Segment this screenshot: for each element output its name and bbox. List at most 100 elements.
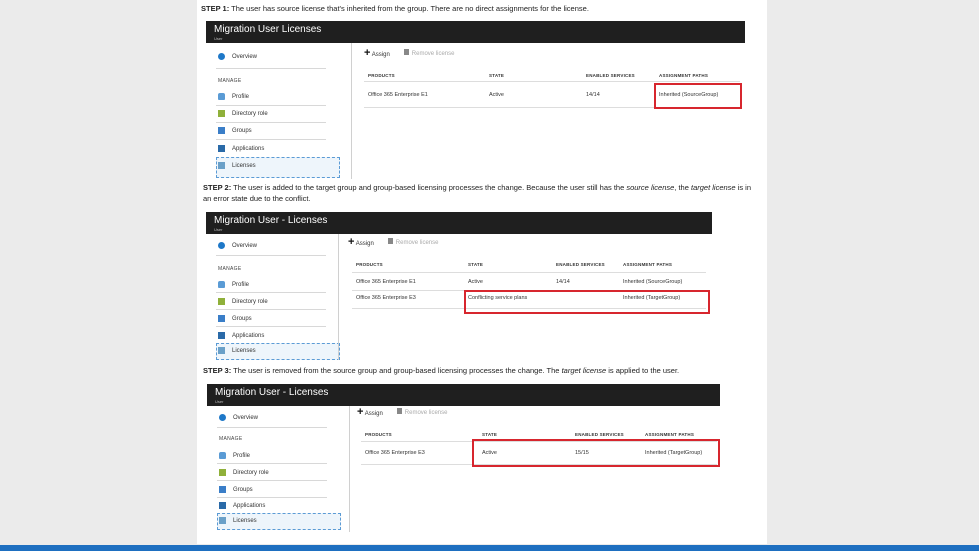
col-products: PRODUCTS xyxy=(365,432,392,437)
col-products: PRODUCTS xyxy=(368,73,395,78)
nav-groups[interactable]: Groups xyxy=(219,486,253,493)
divider xyxy=(216,292,326,293)
remove-license-button[interactable]: Remove license xyxy=(403,49,454,57)
nav-groups[interactable]: Groups xyxy=(218,315,252,322)
nav-licenses[interactable]: Licenses xyxy=(219,517,257,524)
remove-license-button[interactable]: Remove license xyxy=(396,408,447,416)
trash-icon xyxy=(403,49,409,55)
blade-subtitle: User xyxy=(215,399,224,404)
assign-button[interactable]: + Assign xyxy=(364,47,390,59)
directory-role-icon xyxy=(218,298,225,305)
licenses-icon xyxy=(218,162,225,169)
plus-icon: + xyxy=(364,47,371,59)
nav-licenses[interactable]: Licenses xyxy=(218,162,256,169)
step3-panel: Migration User - Licenses User Overview … xyxy=(207,384,720,532)
user-icon xyxy=(219,452,226,459)
info-icon xyxy=(219,414,226,421)
divider xyxy=(216,139,326,140)
nav-licenses[interactable]: Licenses xyxy=(218,347,256,354)
assign-button[interactable]: + Assign xyxy=(357,406,383,418)
licenses-icon xyxy=(219,517,226,524)
divider xyxy=(216,326,326,327)
trash-icon xyxy=(396,408,402,414)
blade-title: Migration User - Licenses xyxy=(215,387,329,398)
col-enabled-services: ENABLED SERVICES xyxy=(575,432,624,437)
col-state: STATE xyxy=(482,432,498,437)
col-enabled-services: ENABLED SERVICES xyxy=(556,262,605,267)
toolbar: + Assign Remove license xyxy=(348,236,438,248)
divider xyxy=(216,122,326,123)
nav-applications[interactable]: Applications xyxy=(219,502,265,509)
nav-groups[interactable]: Groups xyxy=(218,127,252,134)
highlight-box xyxy=(472,439,720,467)
info-icon xyxy=(218,242,225,249)
licenses-icon xyxy=(218,347,225,354)
plus-icon: + xyxy=(348,236,355,248)
assign-button[interactable]: + Assign xyxy=(348,236,374,248)
header-divider xyxy=(364,81,740,82)
divider xyxy=(216,309,326,310)
highlight-box xyxy=(654,83,742,109)
pane-divider xyxy=(349,406,350,532)
step1-panel: Migration User Licenses User Overview MA… xyxy=(206,21,745,179)
step1-caption: STEP 1: The user has source license that… xyxy=(201,4,589,13)
nav-overview[interactable]: Overview xyxy=(218,53,257,60)
col-state: STATE xyxy=(468,262,484,267)
groups-icon xyxy=(218,315,225,322)
divider xyxy=(217,463,327,464)
blade-header: Migration User - Licenses User xyxy=(206,212,712,234)
applications-icon xyxy=(219,502,226,509)
manage-heading: MANAGE xyxy=(219,436,243,442)
blade-subtitle: User xyxy=(214,227,223,232)
divider xyxy=(216,255,326,256)
nav-profile[interactable]: Profile xyxy=(219,452,250,459)
nav-applications[interactable]: Applications xyxy=(218,332,264,339)
directory-role-icon xyxy=(218,110,225,117)
col-assignment-paths: ASSIGNMENT PATHS xyxy=(623,262,673,267)
toolbar: + Assign Remove license xyxy=(364,47,454,59)
nav-profile[interactable]: Profile xyxy=(218,93,249,100)
user-icon xyxy=(218,281,225,288)
nav-directory-role[interactable]: Directory role xyxy=(218,298,268,305)
nav-overview[interactable]: Overview xyxy=(218,242,257,249)
blade-header: Migration User Licenses User xyxy=(206,21,745,43)
col-assignment-paths: ASSIGNMENT PATHS xyxy=(645,432,695,437)
divider xyxy=(217,480,327,481)
manage-heading: MANAGE xyxy=(218,266,242,272)
blade-header: Migration User - Licenses User xyxy=(207,384,720,406)
trash-icon xyxy=(387,238,393,244)
step2-caption: STEP 2: The user is added to the target … xyxy=(203,183,752,203)
directory-role-icon xyxy=(219,469,226,476)
divider xyxy=(217,497,327,498)
groups-icon xyxy=(219,486,226,493)
col-assignment-paths: ASSIGNMENT PATHS xyxy=(659,73,709,78)
divider xyxy=(217,427,327,428)
blade-subtitle: User xyxy=(214,36,223,41)
step3-caption: STEP 3: The user is removed from the sou… xyxy=(203,366,680,375)
blade-title: Migration User Licenses xyxy=(214,24,322,35)
nav-overview[interactable]: Overview xyxy=(219,414,258,421)
applications-icon xyxy=(218,145,225,152)
remove-license-button[interactable]: Remove license xyxy=(387,238,438,246)
divider xyxy=(216,68,326,69)
nav-directory-role[interactable]: Directory role xyxy=(218,110,268,117)
col-enabled-services: ENABLED SERVICES xyxy=(586,73,635,78)
pane-divider xyxy=(351,43,352,179)
manage-heading: MANAGE xyxy=(218,78,242,84)
plus-icon: + xyxy=(357,406,364,418)
applications-icon xyxy=(218,332,225,339)
bottom-accent-line xyxy=(0,545,979,551)
nav-applications[interactable]: Applications xyxy=(218,145,264,152)
header-divider xyxy=(352,272,706,273)
pane-divider xyxy=(338,234,339,360)
nav-directory-role[interactable]: Directory role xyxy=(219,469,269,476)
blade-title: Migration User - Licenses xyxy=(214,215,328,226)
toolbar: + Assign Remove license xyxy=(357,406,447,418)
divider xyxy=(216,105,326,106)
info-icon xyxy=(218,53,225,60)
col-state: STATE xyxy=(489,73,505,78)
user-icon xyxy=(218,93,225,100)
nav-profile[interactable]: Profile xyxy=(218,281,249,288)
step2-panel: Migration User - Licenses User Overview … xyxy=(206,212,712,360)
col-products: PRODUCTS xyxy=(356,262,383,267)
